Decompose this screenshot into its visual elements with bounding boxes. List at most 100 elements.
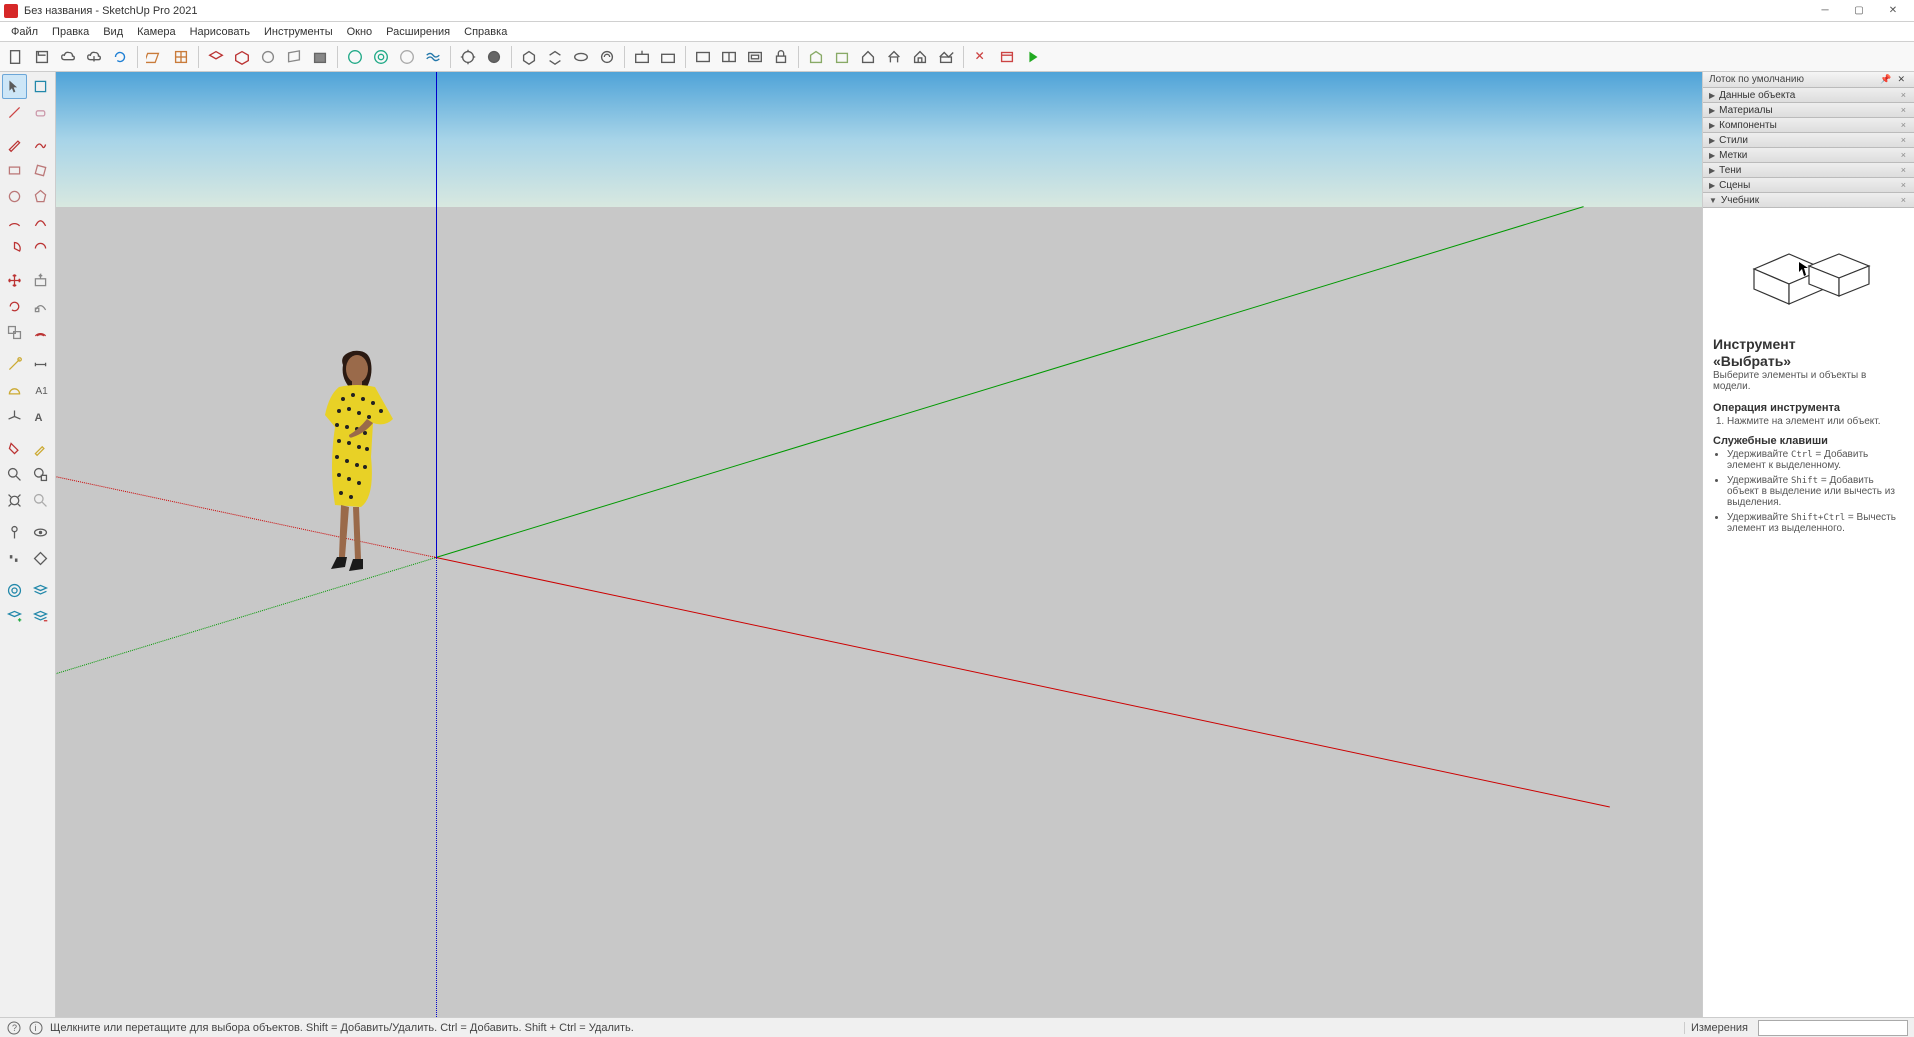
section-close-icon[interactable]: × (1899, 180, 1908, 190)
maximize-button[interactable]: ▢ (1842, 1, 1876, 21)
circle-tool-icon[interactable] (2, 184, 27, 209)
menu-tools[interactable]: Инструменты (257, 24, 340, 40)
arc2-tool-icon[interactable] (28, 210, 53, 235)
freehand-tool-icon[interactable] (28, 132, 53, 157)
zoom-window-tool-icon[interactable] (28, 462, 53, 487)
menu-extensions[interactable]: Расширения (379, 24, 457, 40)
menu-help[interactable]: Справка (457, 24, 514, 40)
section-close-icon[interactable]: × (1899, 165, 1908, 175)
info-icon[interactable]: i (28, 1020, 44, 1036)
tray-section-tags[interactable]: ▶Метки× (1703, 148, 1914, 163)
protractor-tool-icon[interactable] (2, 378, 27, 403)
position-camera-icon[interactable] (2, 520, 27, 545)
offset-tool-icon[interactable] (28, 320, 53, 345)
tray-section-entity-info[interactable]: ▶Данные объекта× (1703, 88, 1914, 103)
section-tool-2-icon[interactable] (543, 45, 567, 69)
polygon-tool-icon[interactable] (28, 184, 53, 209)
rotated-rect-tool-icon[interactable] (28, 158, 53, 183)
extension-2-icon[interactable] (995, 45, 1019, 69)
section-close-icon[interactable]: × (1899, 135, 1908, 145)
tray-section-components[interactable]: ▶Компоненты× (1703, 118, 1914, 133)
section-tool-1-icon[interactable] (517, 45, 541, 69)
style-tool-4-icon[interactable] (421, 45, 445, 69)
cloud-upload-icon[interactable] (56, 45, 80, 69)
zoom-prev-tool-icon[interactable] (28, 488, 53, 513)
walk-tool-icon[interactable] (2, 546, 27, 571)
play-icon[interactable] (1021, 45, 1045, 69)
lock-icon[interactable] (769, 45, 793, 69)
menu-view[interactable]: Вид (96, 24, 130, 40)
menu-camera[interactable]: Камера (130, 24, 182, 40)
pencil-tool-icon[interactable] (2, 132, 27, 157)
rotate-tool-icon[interactable] (2, 294, 27, 319)
style-tool-1-icon[interactable] (343, 45, 367, 69)
section-tool-4-icon[interactable] (595, 45, 619, 69)
close-button[interactable]: ✕ (1876, 1, 1910, 21)
pie-tool-icon[interactable] (2, 236, 27, 261)
section-tool-3-icon[interactable] (569, 45, 593, 69)
view-tool-2-icon[interactable] (717, 45, 741, 69)
layers-icon[interactable] (28, 578, 53, 603)
tray-section-instructor[interactable]: ▼Учебник× (1703, 193, 1914, 208)
layer-tool-2-icon[interactable] (656, 45, 680, 69)
line-tool-icon[interactable] (2, 100, 27, 125)
followme-tool-icon[interactable] (28, 294, 53, 319)
tray-pin-icon[interactable]: 📌 (1877, 74, 1894, 85)
warehouse-2-icon[interactable] (830, 45, 854, 69)
move-tool-icon[interactable] (2, 268, 27, 293)
tray-close-icon[interactable]: ✕ (1894, 74, 1908, 85)
solid-tools-5-icon[interactable] (308, 45, 332, 69)
section-close-icon[interactable]: × (1899, 90, 1908, 100)
paint-tool-icon[interactable] (2, 436, 27, 461)
shadow-tool-2-icon[interactable] (482, 45, 506, 69)
section-plane-icon[interactable] (28, 546, 53, 571)
undo-icon[interactable] (143, 45, 167, 69)
pushpull-tool-icon[interactable] (28, 268, 53, 293)
shadow-tool-1-icon[interactable] (456, 45, 480, 69)
view-tool-3-icon[interactable] (743, 45, 767, 69)
solid-tools-4-icon[interactable] (282, 45, 306, 69)
zoom-extents-tool-icon[interactable] (2, 488, 27, 513)
cloud-open-icon[interactable] (82, 45, 106, 69)
house-3-icon[interactable] (908, 45, 932, 69)
viewport[interactable] (56, 72, 1702, 1017)
section-close-icon[interactable]: × (1899, 150, 1908, 160)
view-tool-1-icon[interactable] (691, 45, 715, 69)
section-close-icon[interactable]: × (1899, 105, 1908, 115)
house-1-icon[interactable] (856, 45, 880, 69)
style-tool-3-icon[interactable] (395, 45, 419, 69)
scale-figure[interactable] (301, 347, 411, 577)
layer-tool-1-icon[interactable] (630, 45, 654, 69)
solid-tools-3-icon[interactable] (256, 45, 280, 69)
zoom-tool-icon[interactable] (2, 462, 27, 487)
measurements-input[interactable] (1758, 1020, 1908, 1036)
extension-1-icon[interactable] (969, 45, 993, 69)
house-2-icon[interactable] (882, 45, 906, 69)
solid-tools-1-icon[interactable] (204, 45, 228, 69)
tray-section-materials[interactable]: ▶Материалы× (1703, 103, 1914, 118)
layers-remove-icon[interactable] (28, 604, 53, 629)
minimize-button[interactable]: ─ (1808, 1, 1842, 21)
arc3-tool-icon[interactable] (28, 236, 53, 261)
menu-edit[interactable]: Правка (45, 24, 96, 40)
layers-add-icon[interactable] (2, 604, 27, 629)
refresh-icon[interactable] (108, 45, 132, 69)
dimension-tool-icon[interactable] (28, 352, 53, 377)
new-file-icon[interactable] (4, 45, 28, 69)
rectangle-tool-icon[interactable] (2, 158, 27, 183)
tray-section-scenes[interactable]: ▶Сцены× (1703, 178, 1914, 193)
scale-tool-icon[interactable] (2, 320, 27, 345)
tray-section-shadows[interactable]: ▶Тени× (1703, 163, 1914, 178)
warehouse-1-icon[interactable] (804, 45, 828, 69)
menu-file[interactable]: Файл (4, 24, 45, 40)
menu-draw[interactable]: Нарисовать (183, 24, 257, 40)
section-close-icon[interactable]: × (1899, 120, 1908, 130)
help-icon[interactable]: ? (6, 1020, 22, 1036)
arc-tool-icon[interactable] (2, 210, 27, 235)
redo-icon[interactable] (169, 45, 193, 69)
eraser-tool-icon[interactable] (28, 100, 53, 125)
tape-tool-icon[interactable] (2, 352, 27, 377)
text-tool-icon[interactable]: A1 (28, 378, 53, 403)
select-tool-icon[interactable] (2, 74, 27, 99)
sample-tool-icon[interactable] (28, 436, 53, 461)
